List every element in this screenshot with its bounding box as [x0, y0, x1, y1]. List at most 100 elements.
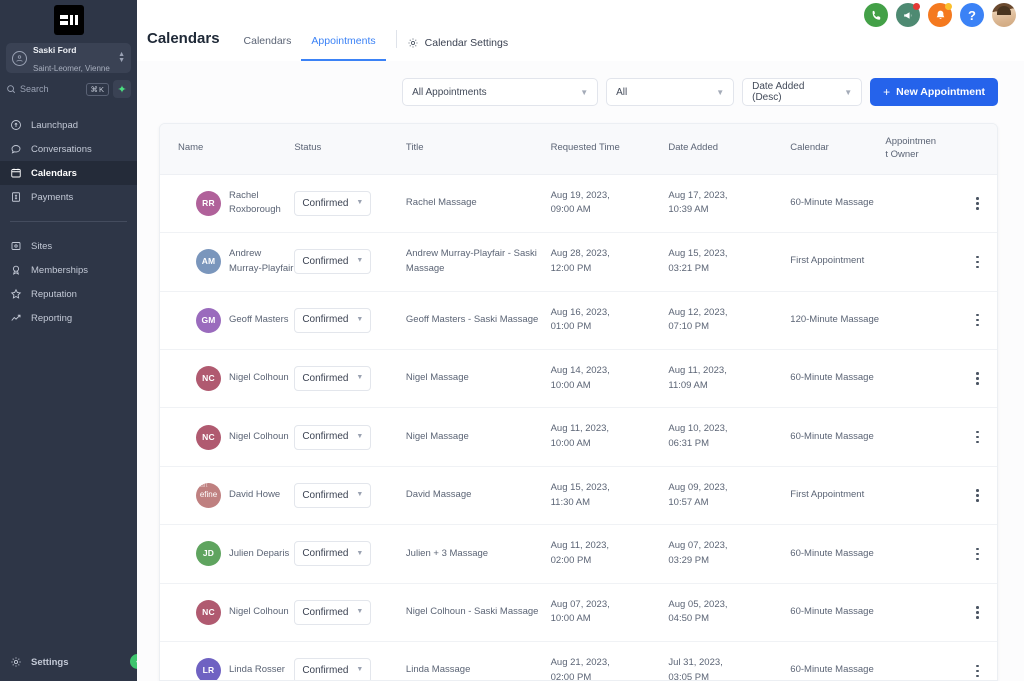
sidebar-item-sites[interactable]: Sites: [0, 234, 137, 258]
sidebar-item-calendars[interactable]: Calendars: [0, 161, 137, 185]
sidebar-item-label: Payments: [31, 191, 74, 203]
row-menu-button[interactable]: [958, 313, 997, 327]
user-profile-switcher[interactable]: Saski Ford Saint-Leomer, Vienne ▲ ▼: [6, 43, 131, 73]
cell-requested-time: Aug 14, 2023, 10:00 AM: [550, 349, 669, 409]
cell-title: Geoff Masters - Saski Massage: [405, 291, 551, 350]
new-appointment-button[interactable]: + New Appointment: [870, 78, 998, 106]
col-header-title[interactable]: Title: [405, 124, 551, 175]
status-dropdown[interactable]: Confirmed ▼: [294, 541, 372, 567]
table-row[interactable]: AM Andrew Murray-Playfair Confirmed ▼ Andrew…: [160, 232, 997, 292]
cell-status: Confirmed ▼: [294, 291, 406, 350]
contact-name: Rachel Roxborough: [229, 189, 281, 216]
table-row[interactable]: NC Nigel Colhoun Confirmed ▼ Nigel Massage Au…: [160, 349, 997, 409]
sidebar-item-launchpad[interactable]: Launchpad: [0, 113, 137, 137]
table-row[interactable]: GM Geoff Masters Confirmed ▼ Geoff Masters -…: [160, 291, 997, 350]
status-dropdown[interactable]: Confirmed ▼: [294, 599, 372, 625]
table-row[interactable]: NC Nigel Colhoun Confirmed ▼ Nigel Colhoun -…: [160, 583, 997, 643]
chevron-down-icon: ▼: [580, 87, 589, 97]
medal-icon: [12, 265, 20, 275]
sidebar-item-settings[interactable]: Settings: [0, 651, 137, 673]
calendar-settings-link[interactable]: Calendar Settings: [407, 37, 508, 61]
row-menu-button[interactable]: [958, 372, 997, 385]
appointments-table-card: Name Status Title Requested Time Date Ad…: [159, 123, 998, 681]
help-icon[interactable]: ?: [960, 3, 984, 27]
gear-icon: [11, 657, 21, 667]
appointment-filter-select[interactable]: All Appointments ▼: [402, 78, 599, 106]
status-dropdown[interactable]: Confirmed ▼: [294, 424, 372, 450]
cell-status: Confirmed ▼: [294, 407, 406, 467]
phone-icon[interactable]: [864, 3, 888, 27]
status-dropdown[interactable]: Confirmed ▼: [294, 658, 372, 680]
cell-name: RR Rachel Roxborough: [160, 174, 295, 234]
cell-appointment-owner: [885, 641, 958, 680]
appointments-table: Name Status Title Requested Time Date Ad…: [160, 124, 997, 680]
table-row[interactable]: RR Rachel Roxborough Confirmed ▼ Rachel Mass…: [160, 174, 997, 234]
row-menu-button[interactable]: [958, 489, 997, 502]
sidebar-item-conversations[interactable]: Conversations: [0, 137, 137, 161]
notification-bell-icon[interactable]: [928, 3, 952, 27]
secondary-filter-select[interactable]: All ▼: [606, 78, 735, 106]
sidebar-divider: [10, 221, 127, 222]
col-header-status[interactable]: Status: [294, 124, 406, 175]
col-header-date-added[interactable]: Date Added: [668, 124, 791, 175]
sort-select[interactable]: Date Added (Desc) ▼: [742, 78, 863, 106]
cell-status: Confirmed ▼: [294, 641, 406, 680]
cell-status: Confirmed ▼: [294, 174, 406, 234]
row-menu-button[interactable]: [958, 664, 997, 678]
cell-title: Andrew Murray-Playfair - Saski Massage: [405, 232, 551, 292]
table-row[interactable]: efineDavid HoweConfirmed▼David MassageAu…: [160, 466, 997, 526]
cell-date-added: Aug 17, 2023, 10:39 AM: [668, 174, 791, 234]
cell-actions: [957, 466, 997, 526]
row-menu-button[interactable]: [958, 430, 997, 444]
chevron-down-icon: ▼: [356, 374, 364, 382]
tab-appointments[interactable]: Appointments: [301, 35, 386, 61]
col-header-appointment-owner[interactable]: Appointmen t Owner: [885, 124, 958, 175]
table-row[interactable]: LR Linda Rosser Confirmed ▼ Linda Massage Aug…: [160, 641, 997, 680]
table-row[interactable]: NC Nigel Colhoun Confirmed ▼ Nigel Massage Au…: [160, 407, 997, 467]
plus-icon: +: [883, 85, 891, 99]
table-row[interactable]: JD Julien Deparis Confirmed ▼ Julien + 3 Mas…: [160, 524, 997, 584]
col-header-calendar[interactable]: Calendar: [790, 124, 886, 175]
contact-name: Nigel Colhoun: [229, 606, 289, 618]
sidebar: Saski Ford Saint-Leomer, Vienne ▲ ▼ Searc…: [0, 0, 145, 681]
app-logo-icon[interactable]: [53, 5, 84, 35]
status-dropdown[interactable]: Confirmed ▼: [294, 190, 372, 216]
cell-appointment-owner: [885, 466, 958, 526]
avatar: AM: [196, 249, 221, 275]
contact-name: Andrew Murray-Playfair: [229, 248, 294, 274]
tab-calendars[interactable]: Calendars: [234, 35, 302, 61]
status-dropdown[interactable]: Confirmed ▼: [294, 366, 372, 392]
sidebar-item-payments[interactable]: Payments: [0, 185, 137, 209]
search-shortcut-badge: ⌘K: [86, 82, 109, 96]
cell-actions: [957, 524, 997, 584]
sidebar-item-label: Calendars: [31, 167, 77, 179]
sidebar-item-memberships[interactable]: Memberships: [0, 258, 137, 282]
row-menu-button[interactable]: [958, 197, 997, 210]
sidebar-item-reporting[interactable]: Reporting: [0, 306, 137, 330]
sidebar-item-reputation[interactable]: Reputation: [0, 282, 137, 306]
cell-name: JD Julien Deparis: [160, 524, 295, 584]
cell-appointment-owner: [885, 349, 958, 409]
row-menu-button[interactable]: [958, 547, 997, 561]
col-header-requested-time[interactable]: Requested Time: [550, 124, 669, 175]
row-menu-button[interactable]: [958, 255, 997, 269]
cell-name: NC Nigel Colhoun: [160, 349, 295, 409]
cell-calendar: 60-Minute Massage: [790, 349, 886, 409]
profile-avatar-icon: [12, 50, 27, 66]
megaphone-icon[interactable]: [896, 3, 920, 27]
app-root: Saski Ford Saint-Leomer, Vienne ▲ ▼ Searc…: [0, 0, 1024, 681]
status-dropdown[interactable]: Confirmed ▼: [294, 307, 372, 333]
ai-sparkle-button[interactable]: ✦: [113, 80, 131, 98]
search-input[interactable]: Search ⌘K: [6, 79, 109, 99]
chevron-down-icon: ▼: [356, 491, 364, 499]
status-value: Confirmed: [302, 548, 349, 560]
row-menu-button[interactable]: [958, 606, 997, 619]
user-avatar[interactable]: [992, 3, 1016, 27]
status-value: Confirmed: [302, 489, 349, 501]
cell-requested-time: Aug 28, 2023, 12:00 PM: [550, 232, 669, 292]
cell-calendar: 60-Minute Massage: [790, 407, 886, 467]
profile-location: Saint-Leomer, Vienne: [33, 64, 110, 73]
status-dropdown[interactable]: Confirmed ▼: [294, 249, 372, 275]
col-header-name[interactable]: Name: [160, 124, 295, 175]
status-dropdown[interactable]: Confirmed ▼: [294, 483, 372, 509]
